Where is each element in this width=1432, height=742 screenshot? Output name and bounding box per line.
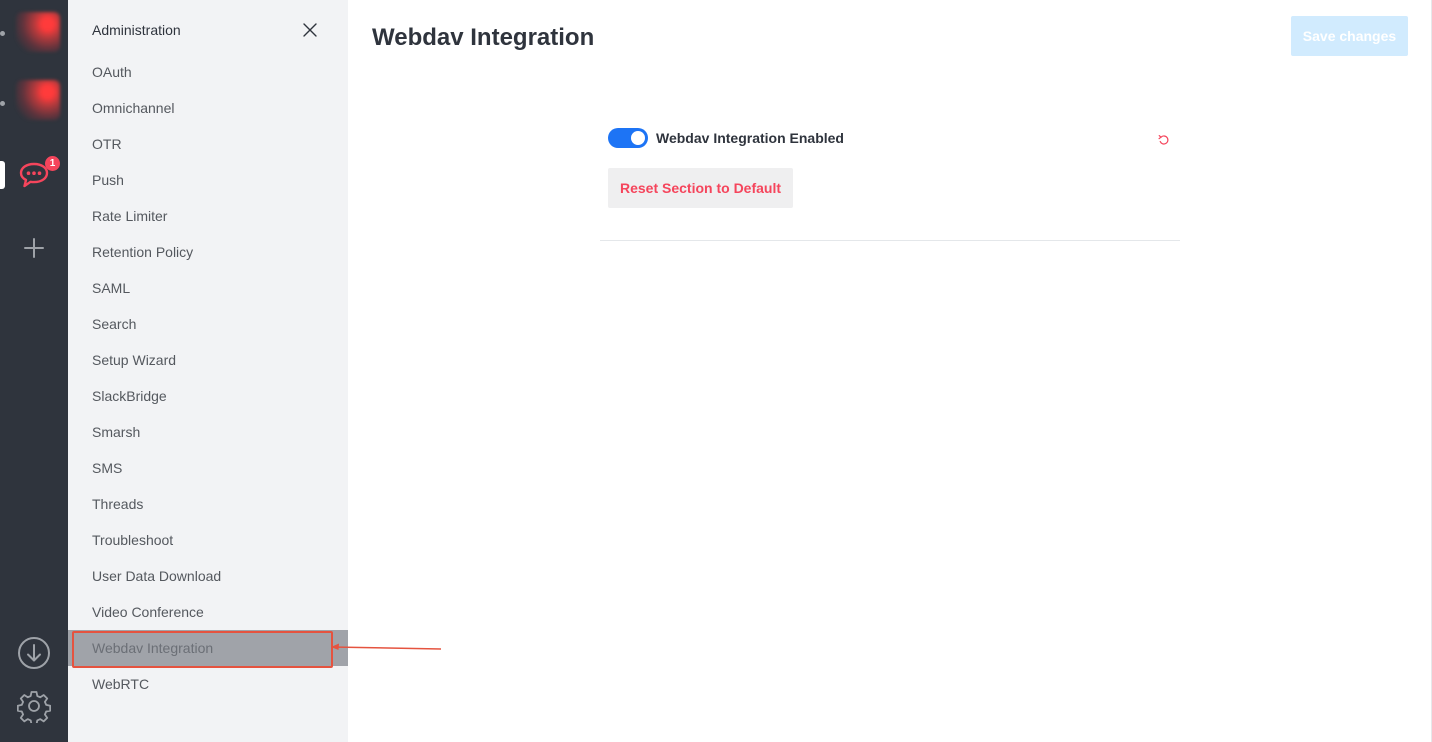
webdav-enabled-toggle[interactable]	[608, 128, 648, 148]
admin-sidebar: Administration OAuth Omnichannel OTR Pus…	[68, 0, 348, 742]
sidebar-item-oauth[interactable]: OAuth	[68, 54, 348, 90]
server-unread-dot	[0, 31, 5, 36]
sidebar-item-threads[interactable]: Threads	[68, 486, 348, 522]
sidebar-item-webrtc[interactable]: WebRTC	[68, 666, 348, 702]
sidebar-title: Administration	[92, 22, 181, 38]
close-sidebar-button[interactable]	[300, 20, 320, 40]
sidebar-item-slackbridge[interactable]: SlackBridge	[68, 378, 348, 414]
sidebar-item-user-data-download[interactable]: User Data Download	[68, 558, 348, 594]
sidebar-item-setup-wizard[interactable]: Setup Wizard	[68, 342, 348, 378]
settings-main: Webdav Integration Save changes Webdav I…	[348, 0, 1432, 742]
sidebar-item-rate-limiter[interactable]: Rate Limiter	[68, 198, 348, 234]
undo-icon	[1158, 135, 1169, 145]
annotation-arrow-icon	[330, 643, 442, 650]
sidebar-item-otr[interactable]: OTR	[68, 126, 348, 162]
gear-icon[interactable]	[16, 688, 52, 724]
reset-setting-button[interactable]	[1158, 133, 1170, 145]
setting-label: Webdav Integration Enabled	[656, 130, 844, 146]
plus-icon[interactable]	[22, 236, 46, 260]
sidebar-item-smarsh[interactable]: Smarsh	[68, 414, 348, 450]
active-server-indicator	[0, 161, 5, 189]
section-divider	[600, 240, 1180, 241]
toggle-knob	[631, 131, 645, 145]
reset-section-button[interactable]: Reset Section to Default	[608, 168, 793, 208]
download-icon[interactable]	[16, 635, 52, 671]
close-icon	[303, 23, 317, 37]
sidebar-item-omnichannel[interactable]: Omnichannel	[68, 90, 348, 126]
server-thumbnail[interactable]	[16, 12, 60, 52]
save-changes-button[interactable]: Save changes	[1291, 16, 1408, 56]
sidebar-item-troubleshoot[interactable]: Troubleshoot	[68, 522, 348, 558]
sidebar-item-video-conference[interactable]: Video Conference	[68, 594, 348, 630]
sidebar-item-webdav-integration[interactable]: Webdav Integration	[68, 630, 348, 668]
server-thumbnail[interactable]	[16, 80, 60, 120]
setting-row-webdav-enabled: Webdav Integration Enabled	[608, 128, 1172, 150]
server-unread-dot	[0, 101, 5, 106]
sidebar-item-retention-policy[interactable]: Retention Policy	[68, 234, 348, 270]
admin-nav-list: OAuth Omnichannel OTR Push Rate Limiter …	[68, 54, 348, 702]
server-rail: 1	[0, 0, 68, 742]
unread-badge: 1	[45, 156, 60, 171]
page-title: Webdav Integration	[372, 24, 595, 51]
sidebar-item-search[interactable]: Search	[68, 306, 348, 342]
sidebar-item-push[interactable]: Push	[68, 162, 348, 198]
sidebar-item-saml[interactable]: SAML	[68, 270, 348, 306]
sidebar-item-sms[interactable]: SMS	[68, 450, 348, 486]
